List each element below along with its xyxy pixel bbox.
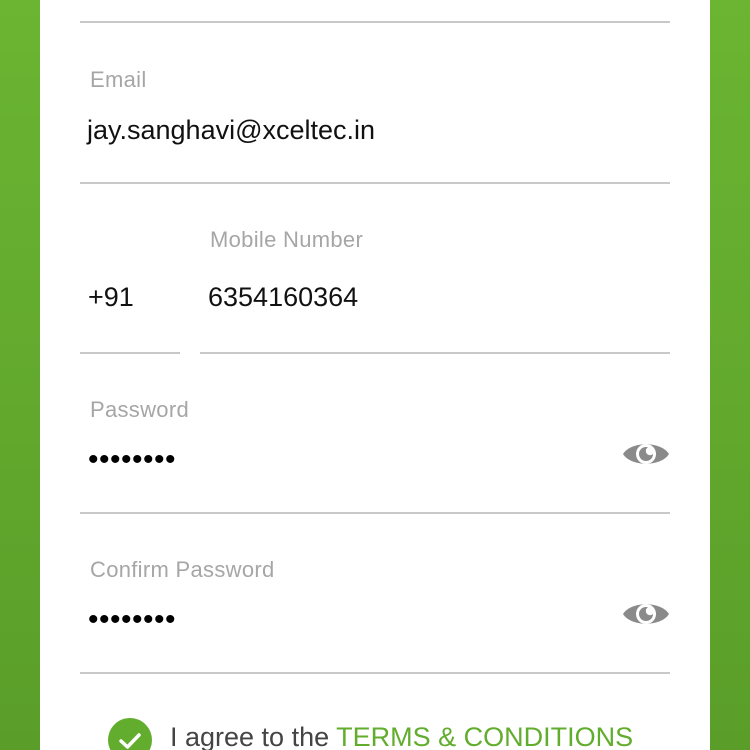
terms-conditions-link[interactable]: TERMS & CONDITIONS xyxy=(336,722,633,750)
mobile-number-underline xyxy=(200,352,670,354)
confirm-password-field[interactable]: •••••••• xyxy=(88,605,176,635)
country-code-field[interactable]: +91 xyxy=(88,282,134,313)
previous-field-underline xyxy=(80,21,670,23)
mobile-number-field[interactable]: 6354160364 xyxy=(208,282,358,313)
mobile-number-label: Mobile Number xyxy=(210,227,364,252)
email-underline xyxy=(80,182,670,184)
password-underline xyxy=(80,512,670,514)
eye-icon[interactable] xyxy=(621,437,671,471)
confirm-password-underline xyxy=(80,672,670,674)
registration-form-card: Email jay.sanghavi@xceltec.in +91 Mobile… xyxy=(40,0,710,750)
password-field[interactable]: •••••••• xyxy=(88,445,176,475)
email-field[interactable]: jay.sanghavi@xceltec.in xyxy=(87,115,375,146)
terms-checkbox[interactable] xyxy=(108,718,152,750)
terms-agreement-text: I agree to the TERMS & CONDITIONS xyxy=(170,722,633,750)
email-label: Email xyxy=(90,67,147,92)
country-code-underline xyxy=(80,352,180,354)
confirm-password-label: Confirm Password xyxy=(90,557,275,582)
terms-prefix: I agree to the xyxy=(170,722,330,750)
checkmark-icon xyxy=(119,733,141,749)
password-label: Password xyxy=(90,397,189,422)
eye-icon[interactable] xyxy=(621,597,671,631)
